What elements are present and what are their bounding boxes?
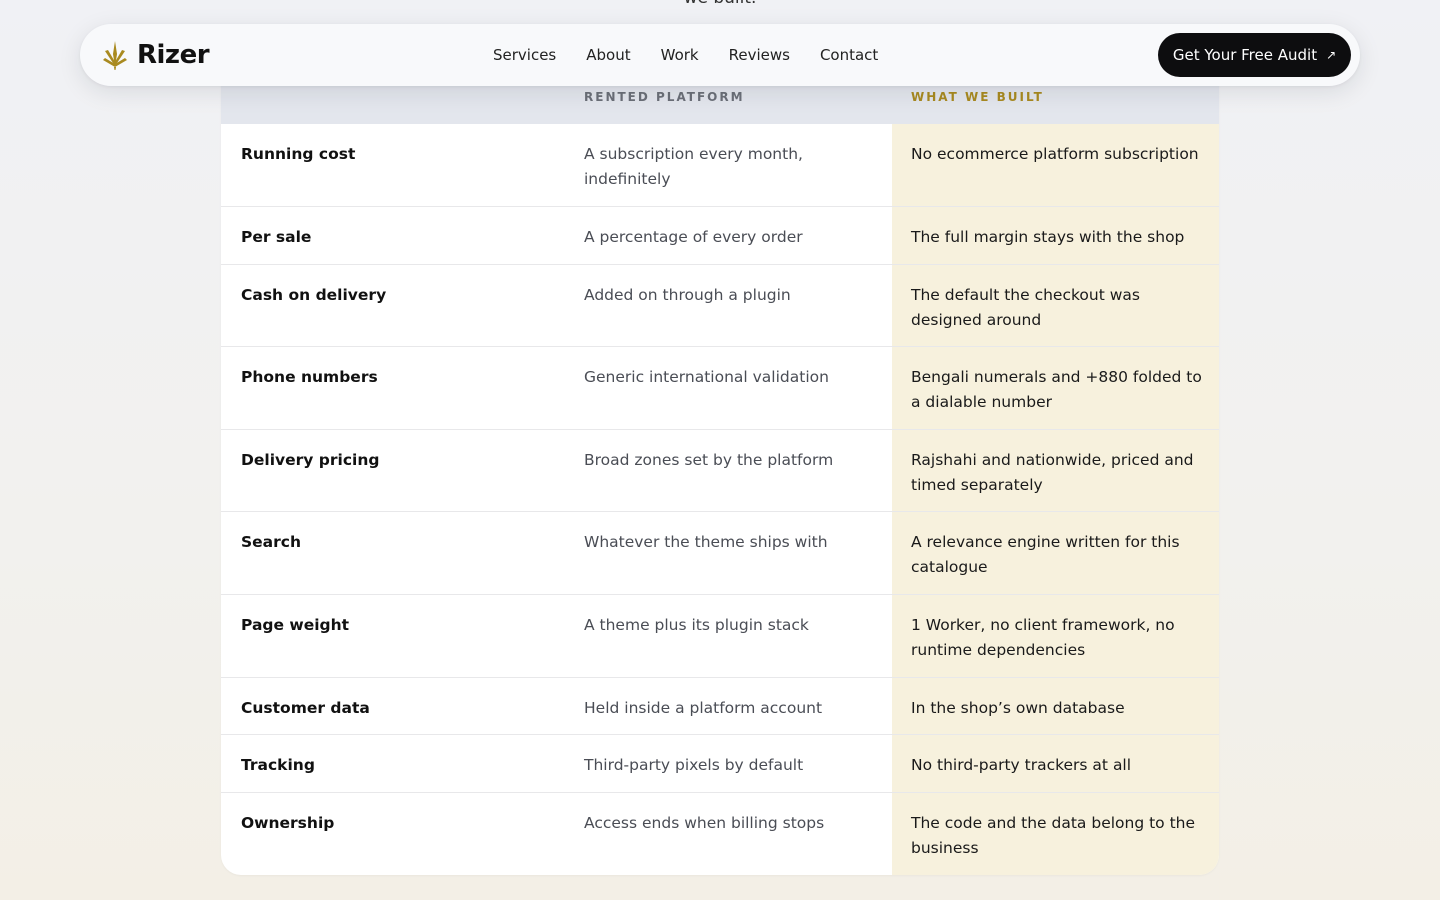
nav-link-about[interactable]: About	[586, 46, 630, 64]
row-built-value: 1 Worker, no client framework, no runtim…	[911, 616, 1175, 659]
row-built-value: No ecommerce platform subscription	[911, 145, 1199, 163]
arrow-up-right-icon: ↗	[1326, 48, 1337, 62]
table-row: Ownership Access ends when billing stops T…	[221, 792, 1219, 875]
row-rented-value: Broad zones set by the platform	[584, 451, 834, 469]
table-row: Delivery pricing Broad zones set by the p…	[221, 429, 1219, 511]
row-label: Search	[241, 533, 302, 551]
row-rented-value: A percentage of every order	[584, 228, 803, 246]
section-heading-partial: we built.	[0, 0, 1440, 8]
row-rented-value: Third-party pixels by default	[584, 756, 804, 774]
row-rented-value: A subscription every month, indefinitely	[584, 145, 803, 188]
row-built-value: The default the checkout was designed ar…	[911, 286, 1140, 329]
row-rented-value: Generic international validation	[584, 368, 829, 386]
nav-link-work[interactable]: Work	[661, 46, 699, 64]
row-label: Delivery pricing	[241, 451, 380, 469]
table-row: Running cost A subscription every month, …	[221, 124, 1219, 206]
table-row: Tracking Third-party pixels by default No …	[221, 734, 1219, 792]
row-built-value: Rajshahi and nationwide, priced and time…	[911, 451, 1194, 494]
row-label: Ownership	[241, 814, 335, 832]
row-built-value: A relevance engine written for this cata…	[911, 533, 1180, 576]
free-audit-button[interactable]: Get Your Free Audit ↗	[1158, 33, 1351, 77]
nav-link-contact[interactable]: Contact	[820, 46, 878, 64]
row-built-value: The code and the data belong to the busi…	[911, 814, 1196, 857]
header-what-we-built: WHAT WE BUILT	[911, 90, 1044, 104]
row-label: Tracking	[241, 756, 315, 774]
row-label: Page weight	[241, 616, 350, 634]
row-built-value: No third-party trackers at all	[911, 756, 1132, 774]
table-row: Phone numbers Generic international valid…	[221, 346, 1219, 429]
row-label: Running cost	[241, 145, 356, 163]
row-label: Per sale	[241, 228, 312, 246]
row-rented-value: A theme plus its plugin stack	[584, 616, 809, 634]
table-row: Per sale A percentage of every order The f…	[221, 206, 1219, 264]
row-rented-value: Held inside a platform account	[584, 699, 823, 717]
page: we built. Rizer Services About Work Revi…	[0, 0, 1440, 900]
table-row: Search Whatever the theme ships with A rel…	[221, 511, 1219, 594]
row-built-value: In the shop’s own database	[911, 699, 1125, 717]
row-built-value: Bengali numerals and +880 folded to a di…	[911, 368, 1202, 411]
table-row: Customer data Held inside a platform acco…	[221, 677, 1219, 734]
nav-link-services[interactable]: Services	[493, 46, 556, 64]
row-label: Customer data	[241, 699, 370, 717]
brand-name: Rizer	[137, 40, 210, 70]
table-row: Cash on delivery Added on through a plugi…	[221, 264, 1219, 346]
brand[interactable]: Rizer	[102, 24, 210, 86]
row-built-value: The full margin stays with the shop	[911, 228, 1185, 246]
row-rented-value: Whatever the theme ships with	[584, 533, 828, 551]
row-label: Phone numbers	[241, 368, 378, 386]
row-rented-value: Access ends when billing stops	[584, 814, 825, 832]
nav-links: Services About Work Reviews Contact	[493, 24, 878, 86]
free-audit-label: Get Your Free Audit	[1172, 46, 1318, 64]
nav-link-reviews[interactable]: Reviews	[729, 46, 790, 64]
row-rented-value: Added on through a plugin	[584, 286, 791, 304]
table-row: Page weight A theme plus its plugin stack…	[221, 594, 1219, 677]
navbar: Rizer Services About Work Reviews Contac…	[80, 24, 1360, 86]
leaf-logo-icon	[103, 41, 127, 70]
header-rented-platform: RENTED PLATFORM	[584, 90, 745, 104]
row-label: Cash on delivery	[241, 286, 387, 304]
comparison-table: RENTED PLATFORM WHAT WE BUILT Running co…	[221, 56, 1219, 875]
